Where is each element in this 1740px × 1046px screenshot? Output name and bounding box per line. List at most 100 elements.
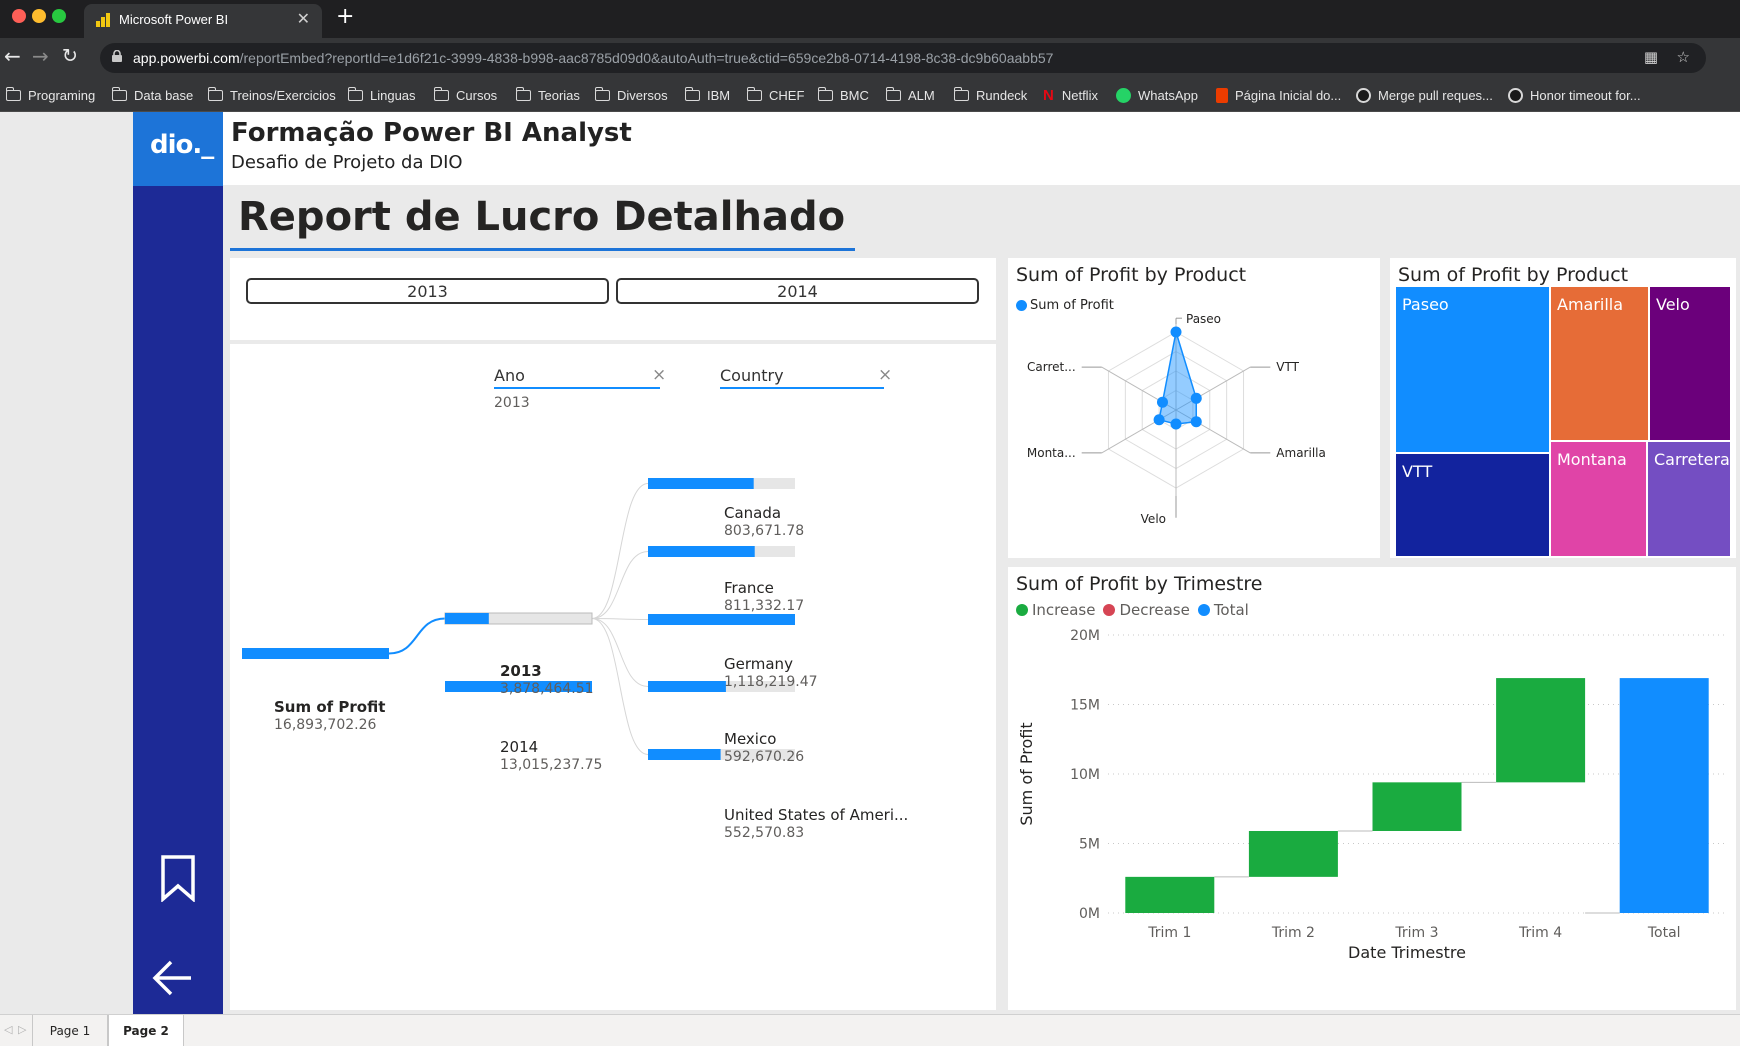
year-button-2014[interactable]: 2014 <box>616 278 979 304</box>
minimize-window-button[interactable] <box>32 9 46 23</box>
wf-y-tick-label: 0M <box>1079 906 1100 922</box>
bookmark-treinos[interactable]: Treinos/Exercicios <box>207 85 336 105</box>
bookmark-linguas[interactable]: Linguas <box>347 85 416 105</box>
tree-link <box>591 551 649 619</box>
folder-icon <box>953 86 969 101</box>
waterfall-chart-visual[interactable]: Sum of Profit by Trimestre Increase Decr… <box>1008 567 1736 1010</box>
office-icon <box>1216 87 1228 103</box>
whatsapp-icon <box>1116 87 1131 103</box>
wf-bar <box>1619 678 1709 913</box>
bookmark-alm[interactable]: ALM <box>885 85 935 105</box>
address-bar[interactable]: app.powerbi.com/reportEmbed?reportId=e1d… <box>100 43 1706 73</box>
radar-axis-label: VTT <box>1276 360 1299 374</box>
country-node-label[interactable]: Germany <box>724 655 793 673</box>
year-node-label[interactable]: 2014 <box>500 738 538 756</box>
report-title: Report de Lucro Detalhado <box>238 194 846 240</box>
wf-y-tick-label: 15M <box>1070 698 1100 714</box>
app-subtitle: Desafio de Projeto da DIO <box>231 152 463 173</box>
bookmark-github-merge[interactable]: Merge pull reques... <box>1356 85 1493 105</box>
treemap-cell-carretera[interactable]: Carretera <box>1648 442 1730 556</box>
country-bar <box>648 546 755 557</box>
browser-tab[interactable]: Microsoft Power BI ✕ <box>84 4 322 38</box>
folder-icon <box>885 86 901 101</box>
folder-icon <box>207 86 223 101</box>
country-node-label[interactable]: United States of Ameri... <box>724 806 908 824</box>
year-node-label[interactable]: 2013 <box>500 662 542 680</box>
close-window-button[interactable] <box>12 9 26 23</box>
bookmark-chef[interactable]: CHEF <box>746 85 804 105</box>
star-icon[interactable]: ☆ <box>1677 48 1690 66</box>
folder-icon <box>347 86 363 101</box>
report-canvas: dio._ Formação Power BI Analyst Desafio … <box>0 112 1740 1014</box>
country-node-value: 592,670.26 <box>724 749 805 765</box>
root-value: 16,893,702.26 <box>274 717 377 733</box>
remove-level-ano-icon[interactable]: × <box>652 365 666 385</box>
country-node-label[interactable]: France <box>724 579 774 597</box>
country-node-label[interactable]: Mexico <box>724 730 776 748</box>
year-bar <box>445 613 489 624</box>
bookmark-netflix[interactable]: N Netflix <box>1043 85 1098 105</box>
next-page-icon[interactable]: ▷ <box>18 1023 26 1036</box>
radar-plot: Paseo VTT Amarilla Velo Monta... Carret... <box>1027 312 1326 526</box>
radar-chart-visual[interactable]: Sum of Profit by Product Sum of Profit P… <box>1008 258 1380 558</box>
bookmark-programing[interactable]: Programing <box>5 85 95 105</box>
folder-icon <box>746 86 762 101</box>
wf-x-tick-label: Trim 4 <box>1518 925 1562 941</box>
wf-y-tick-label: 10M <box>1070 767 1100 783</box>
forward-icon[interactable]: → <box>32 44 49 68</box>
treemap-cell-amarilla[interactable]: Amarilla <box>1551 287 1648 440</box>
bookmark-office[interactable]: Página Inicial do... <box>1216 85 1341 105</box>
bookmark-github-honor[interactable]: Honor timeout for... <box>1508 85 1641 105</box>
bookmark-icon[interactable] <box>160 854 196 902</box>
page-tab-1[interactable]: Page 1 <box>32 1015 108 1046</box>
radar-axis-label: Velo <box>1141 512 1166 526</box>
folder-icon <box>684 86 700 101</box>
bookmark-teorias[interactable]: Teorias <box>515 85 580 105</box>
lock-icon <box>112 50 122 62</box>
root-label: Sum of Profit <box>274 698 386 716</box>
bookmark-data-base[interactable]: Data base <box>111 85 193 105</box>
treemap-cell-vtt[interactable]: VTT <box>1396 454 1549 556</box>
close-tab-icon[interactable]: ✕ <box>297 9 310 28</box>
wf-bar <box>1125 876 1215 913</box>
decomposition-tree: Ano Country 2013 × × Sum of Profit 16,89… <box>230 344 996 1010</box>
bookmark-rundeck[interactable]: Rundeck <box>953 85 1027 105</box>
page-tab-2[interactable]: Page 2 <box>108 1015 184 1046</box>
wf-y-tick-label: 5M <box>1079 837 1100 853</box>
year-button-2013[interactable]: 2013 <box>246 278 609 304</box>
netflix-icon: N <box>1043 86 1054 104</box>
bookmark-diversos[interactable]: Diversos <box>594 85 668 105</box>
country-bar <box>648 478 754 489</box>
tree-link <box>591 618 649 755</box>
prev-page-icon[interactable]: ◁ <box>4 1023 12 1036</box>
new-tab-icon[interactable]: + <box>336 4 354 29</box>
folder-icon <box>817 86 833 101</box>
treemap-cell-montana[interactable]: Montana <box>1551 442 1646 556</box>
maximize-window-button[interactable] <box>52 9 66 23</box>
radar-axis-label: Paseo <box>1186 312 1221 326</box>
treemap-cell-paseo[interactable]: Paseo <box>1396 287 1549 452</box>
wf-bar <box>1248 830 1338 877</box>
country-node-value: 552,570.83 <box>724 825 805 841</box>
year-node-value: 3,878,464.51 <box>500 681 594 697</box>
wf-y-axis-title: Sum of Profit <box>1017 722 1036 825</box>
tree-link <box>591 618 649 620</box>
reload-icon[interactable]: ↻ <box>62 45 78 67</box>
folder-icon <box>433 86 449 101</box>
waterfall-plot: 0M 5M 10M 15M 20M Trim 1 Trim 2 Trim 3 Trim 4 Tot… <box>1017 628 1726 962</box>
wf-bar <box>1372 782 1462 831</box>
treemap-visual[interactable]: Sum of Profit by Product Paseo Amarilla … <box>1390 258 1736 558</box>
bookmark-whatsapp[interactable]: WhatsApp <box>1116 85 1198 105</box>
bookmark-ibm[interactable]: IBM <box>684 85 730 105</box>
left-navigation: dio._ <box>133 112 223 1014</box>
qr-code-icon[interactable]: ▦ <box>1644 48 1658 66</box>
treemap-title: Sum of Profit by Product <box>1398 264 1629 286</box>
bookmark-bmc[interactable]: BMC <box>817 85 869 105</box>
back-arrow-icon[interactable] <box>151 958 193 998</box>
country-node-label[interactable]: Canada <box>724 504 781 522</box>
bookmark-cursos[interactable]: Cursos <box>433 85 497 105</box>
tree-link <box>591 483 649 619</box>
treemap-cell-velo[interactable]: Velo <box>1650 287 1730 440</box>
remove-level-country-icon[interactable]: × <box>878 365 892 385</box>
back-icon[interactable]: ← <box>4 44 21 68</box>
